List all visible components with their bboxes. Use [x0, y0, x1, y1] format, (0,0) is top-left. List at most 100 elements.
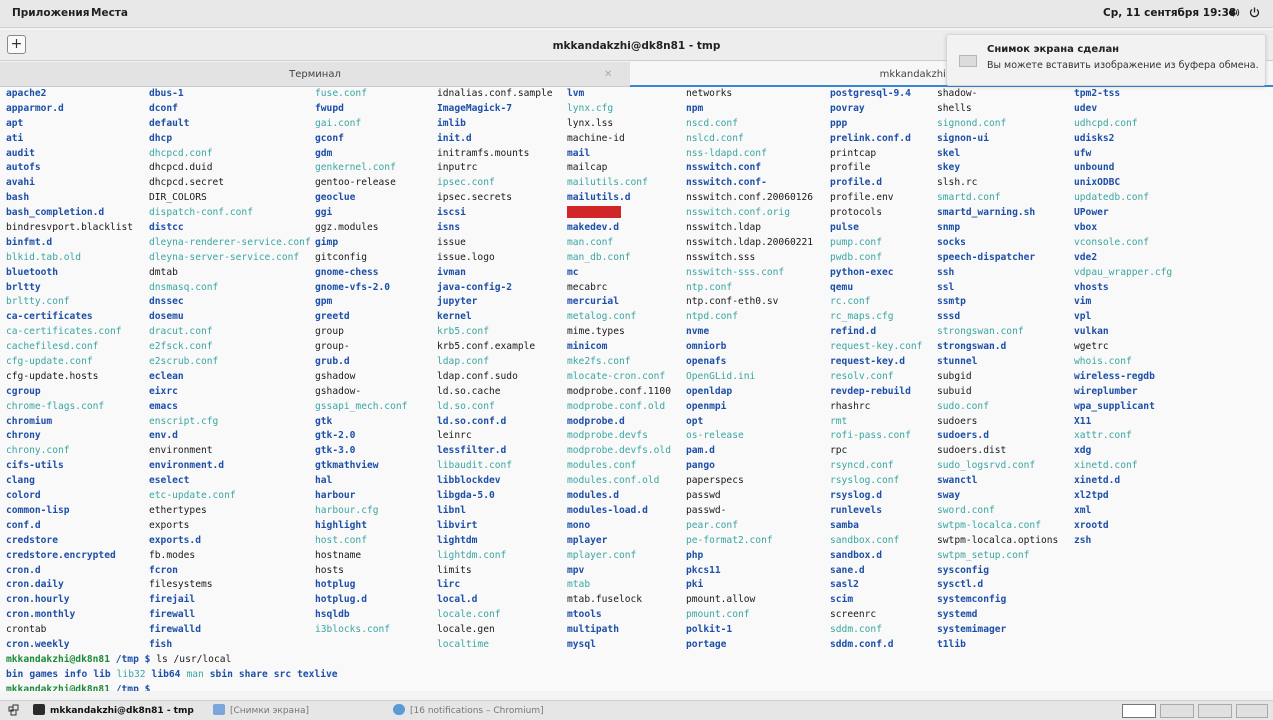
file-entry: harbour	[315, 490, 356, 502]
file-entry: exports.d	[149, 534, 201, 546]
file-entry: ssl	[937, 281, 955, 293]
taskbar-item-terminal[interactable]: mkkandakzhi@dk8n81 - tmp	[33, 703, 194, 719]
file-entry: mke2fs.conf	[567, 356, 631, 368]
file-entry: sbin	[209, 669, 233, 680]
file-entry: greetd	[315, 311, 350, 323]
file-entry: mtab	[567, 579, 591, 591]
file-entry: lightdm	[437, 534, 478, 546]
workspace-3[interactable]	[1198, 704, 1232, 718]
file-entry: environment	[149, 445, 213, 457]
file-entry: firewalld	[149, 624, 201, 636]
file-entry: nsswitch.conf.orig	[686, 207, 790, 219]
file-entry: request-key.conf	[830, 341, 923, 353]
file-entry: protocols	[830, 207, 882, 219]
file-entry: modprobe.devfs.old	[567, 445, 671, 457]
file-entry: clang	[6, 475, 35, 487]
file-entry: speech-dispatcher	[937, 251, 1036, 263]
file-entry: mailutils.d	[567, 192, 631, 204]
file-entry: rpc	[830, 445, 848, 457]
taskbar: mkkandakzhi@dk8n81 - tmp [Снимки экрана]…	[0, 700, 1273, 720]
file-entry: gimp	[315, 236, 339, 248]
file-entry: systemconfig	[937, 594, 1007, 606]
file-entry: ld.so.cache	[437, 385, 501, 397]
file-entry: os-release	[686, 430, 744, 442]
file-entry: DIR_COLORS	[149, 192, 207, 204]
file-entry: grub.d	[315, 356, 350, 368]
file-entry: colord	[6, 490, 41, 502]
file-entry: mailutils.conf	[567, 177, 648, 189]
file-entry: libnl	[437, 504, 466, 516]
file-entry: gtkmathview	[315, 460, 379, 472]
file-entry: rsyslog.d	[830, 490, 882, 502]
file-entry: blkid.tab.old	[6, 251, 82, 263]
file-entry: UPower	[1074, 207, 1109, 219]
file-entry: man.conf	[567, 236, 614, 248]
show-desktop-icon[interactable]	[8, 704, 20, 720]
file-entry: initramfs.mounts	[437, 147, 530, 159]
file-entry: resolv.conf	[830, 370, 894, 382]
file-entry: local.d	[437, 594, 478, 606]
screenshot-icon	[959, 55, 977, 67]
file-entry: ldap.conf	[437, 356, 489, 368]
file-entry: modules.d	[567, 490, 619, 502]
file-entry: pmount.allow	[686, 594, 756, 606]
file-entry: bindresvport.blacklist	[6, 222, 134, 234]
file-entry: unixODBC	[1074, 177, 1121, 189]
clock[interactable]: Ср, 11 сентября 19:38	[1103, 7, 1236, 19]
file-entry: gpm	[315, 296, 333, 308]
file-entry: networks	[686, 88, 733, 99]
top-panel: Приложения Места Ср, 11 сентября 19:38	[0, 0, 1273, 28]
tab-terminal[interactable]: Терминал	[0, 62, 630, 87]
file-entry: pango	[686, 460, 715, 472]
power-icon[interactable]	[1249, 7, 1260, 21]
taskbar-item-chromium[interactable]: [16 notifications – Chromium]	[393, 703, 544, 719]
file-entry: fuse.conf	[315, 88, 367, 99]
screenshot-notification[interactable]: Снимок экрана сделан Вы можете вставить …	[946, 34, 1266, 86]
file-entry: dconf	[149, 102, 178, 114]
file-entry: pulse	[830, 222, 859, 234]
file-entry: dhcpcd.conf	[149, 147, 213, 159]
file-entry: binfmt.d	[6, 236, 53, 248]
applications-menu[interactable]: Приложения	[12, 7, 90, 19]
file-entry: sudo_logsrvd.conf	[937, 460, 1036, 472]
file-entry: mplayer	[567, 534, 608, 546]
file-entry: lib64	[151, 669, 181, 680]
terminal-output[interactable]: apache2 apparmor.d apt ati audit autofs avahi b…	[0, 87, 1273, 691]
file-entry: sudoers	[937, 415, 978, 427]
prompt-line-command: mkkandakzhi@dk8n81 /tmp $ ls /usr/local	[6, 653, 231, 668]
file-entry: ldap.conf.sudo	[437, 370, 518, 382]
file-entry: ntpd.conf	[686, 311, 738, 323]
taskbar-item-screenshots[interactable]: [Снимки экрана]	[213, 703, 309, 719]
file-entry: cron.monthly	[6, 609, 76, 621]
workspace-4[interactable]	[1236, 704, 1268, 718]
file-entry: printcap	[830, 147, 877, 159]
file-entry: nslcd.conf	[686, 132, 744, 144]
file-entry: isns	[437, 222, 461, 234]
file-entry: bash	[6, 192, 30, 204]
file-entry: socks	[937, 236, 966, 248]
file-entry: mlocate-cron.conf	[567, 370, 666, 382]
file-entry: polkit-1	[686, 624, 733, 636]
file-entry: opt	[686, 415, 704, 427]
file-entry: java-config-2	[437, 281, 513, 293]
file-entry: rofi-pass.conf	[830, 430, 911, 442]
file-entry: eixrc	[149, 385, 178, 397]
file-entry: smartd_warning.sh	[937, 207, 1036, 219]
file-entry: dnssec	[149, 296, 184, 308]
file-entry: screenrc	[830, 609, 877, 621]
file-entry: ld.so.conf.d	[437, 415, 507, 427]
workspace-1[interactable]	[1122, 704, 1156, 718]
file-entry: dleyna-renderer-service.conf	[149, 236, 311, 248]
file-entry: fcron	[149, 564, 178, 576]
file-entry: brltty.conf	[6, 296, 70, 308]
file-entry: povray	[830, 102, 865, 114]
ls-column: tpm2-tss udev udhcpd.conf udisks2 ufw unbound…	[1074, 87, 1172, 549]
file-entry: lvm	[567, 88, 585, 99]
file-entry: php	[686, 549, 704, 561]
tab-close-icon[interactable]: ✕	[604, 62, 612, 87]
volume-icon[interactable]	[1228, 7, 1240, 21]
file-entry: gconf	[315, 132, 344, 144]
command-text: ls /usr/local	[156, 654, 232, 665]
places-menu[interactable]: Места	[91, 7, 128, 19]
workspace-2[interactable]	[1160, 704, 1194, 718]
